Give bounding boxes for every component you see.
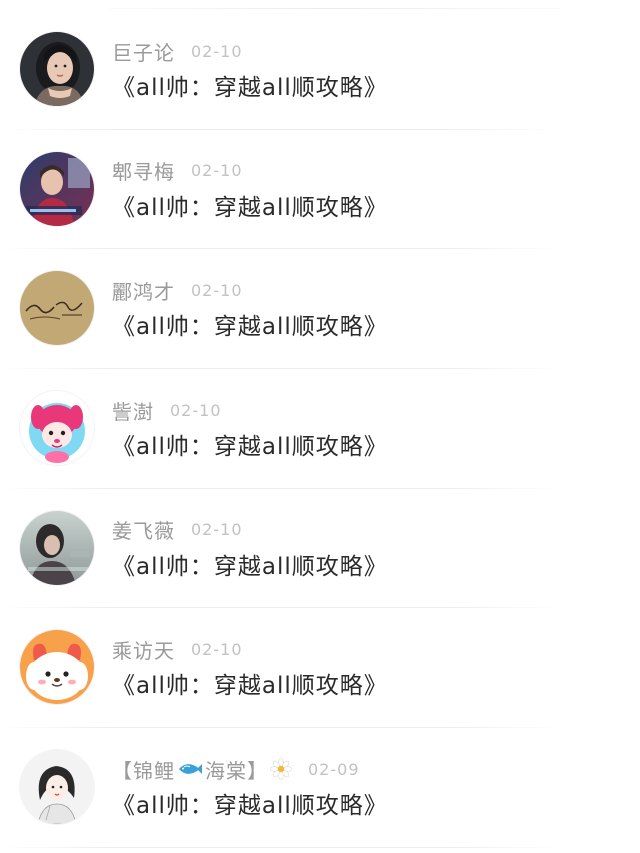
username[interactable]: 【锦鲤 海棠】 <box>112 755 292 784</box>
comment-meta: 巨子论 02-10 <box>112 37 243 66</box>
avatar-cartoon-pink-icon[interactable] <box>20 391 94 466</box>
comment-date: 02-10 <box>170 400 222 420</box>
comment-text: 《all帅：穿越all顺攻略》 <box>112 434 388 461</box>
avatar-handwriting-icon[interactable] <box>20 271 94 346</box>
comment-date: 02-10 <box>191 639 243 659</box>
username-suffix: 海棠】 <box>205 758 268 783</box>
comment-date: 02-10 <box>191 520 243 540</box>
comment-date: 02-10 <box>191 161 243 181</box>
avatar-woman-portrait-icon[interactable] <box>20 32 94 106</box>
comment-row[interactable]: 郫寻梅 02-10 《all帅：穿越all顺攻略》 <box>0 130 640 250</box>
top-divider <box>110 8 560 9</box>
comment-meta: 姜飞薇 02-10 <box>112 517 243 543</box>
comment-row[interactable]: 姜飞薇 02-10 《all帅：穿越all顺攻略》 <box>0 489 640 609</box>
comment-meta: 酈鸿才 02-10 <box>112 276 243 305</box>
avatar-sketch-girl-icon[interactable] <box>20 750 94 825</box>
username-prefix: 【锦鲤 <box>112 758 175 783</box>
comment-row[interactable]: 巨子论 02-10 《all帅：穿越all顺攻略》 <box>0 10 640 130</box>
comment-meta: 乘访天 02-10 <box>112 635 243 664</box>
comment-text: 《all帅：穿越all顺攻略》 <box>112 793 388 820</box>
comment-date: 02-09 <box>308 759 360 779</box>
username[interactable]: 乘访天 <box>112 635 175 664</box>
comment-meta: 訾澍 02-10 <box>112 396 222 425</box>
comment-row[interactable]: 乘访天 02-10 《all帅：穿越all顺攻略》 <box>0 608 640 728</box>
comment-date: 02-10 <box>191 41 243 61</box>
comment-text: 《all帅：穿越all顺攻略》 <box>112 553 388 580</box>
comment-row[interactable]: 【锦鲤 海棠】 02-09 《all帅：穿越all顺攻略》 <box>0 728 640 848</box>
comment-meta: 郫寻梅 02-10 <box>112 158 243 184</box>
comment-text: 《all帅：穿越all顺攻略》 <box>112 194 388 221</box>
fish-icon <box>179 764 202 775</box>
comment-row[interactable]: 酈鸿才 02-10 《all帅：穿越all顺攻略》 <box>0 249 640 369</box>
comment-row[interactable]: 訾澍 02-10 《all帅：穿越all顺攻略》 <box>0 369 640 489</box>
avatar-man-portrait-icon[interactable] <box>20 151 94 226</box>
comment-meta: 【锦鲤 海棠】 02-09 <box>112 755 360 784</box>
comment-text: 《all帅：穿越all顺攻略》 <box>112 314 388 341</box>
username[interactable]: 訾澍 <box>112 396 154 425</box>
avatar-cartoon-dog-icon[interactable] <box>20 630 94 705</box>
comment-date: 02-10 <box>191 280 243 300</box>
avatar-girl-photo-icon[interactable] <box>20 510 94 585</box>
username[interactable]: 郫寻梅 <box>112 156 175 185</box>
comment-text: 《all帅：穿越all顺攻略》 <box>112 673 388 700</box>
username[interactable]: 姜飞薇 <box>112 515 175 544</box>
username[interactable]: 巨子论 <box>112 37 175 66</box>
comment-text: 《all帅：穿越all顺攻略》 <box>112 75 388 101</box>
flower-icon <box>270 758 292 780</box>
comment-list: 巨子论 02-10 《all帅：穿越all顺攻略》 郫寻梅 02-10 《all… <box>0 10 640 848</box>
username[interactable]: 酈鸿才 <box>112 276 175 305</box>
